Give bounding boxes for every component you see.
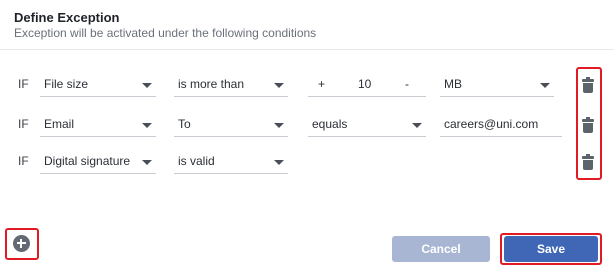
chevron-down-icon (142, 83, 152, 88)
stepper-value[interactable]: 10 (358, 77, 371, 91)
operator-select-value: To (178, 117, 191, 131)
chevron-down-icon (142, 160, 152, 165)
condition-row-2: IF Email To equals careers@uni.com (0, 113, 614, 139)
save-button[interactable]: Save (504, 236, 598, 262)
field-select-value: File size (44, 77, 89, 91)
field-select-value: Email (44, 117, 75, 131)
operator-select[interactable]: is valid (174, 150, 288, 174)
chevron-down-icon (274, 123, 284, 128)
dialog-title: Define Exception (14, 10, 120, 25)
dialog-subtitle: Exception will be activated under the fo… (14, 26, 317, 40)
unit-select[interactable]: MB (440, 73, 554, 97)
condition-row-3: IF Digital signature is valid (0, 150, 614, 176)
if-label: IF (18, 117, 29, 131)
if-label: IF (18, 77, 29, 91)
operator-select-value: is valid (178, 154, 215, 168)
chevron-down-icon (274, 83, 284, 88)
field-select[interactable]: Digital signature (40, 150, 156, 174)
operator-select-value: is more than (178, 77, 245, 91)
field-select[interactable]: File size (40, 73, 156, 97)
match-select[interactable]: equals (308, 113, 426, 137)
chevron-down-icon (540, 83, 550, 88)
chevron-down-icon (142, 123, 152, 128)
operator-select[interactable]: To (174, 113, 288, 137)
field-select-value: Digital signature (44, 154, 131, 168)
chevron-down-icon (412, 123, 422, 128)
delete-buttons-highlight (576, 67, 602, 180)
unit-select-value: MB (444, 77, 462, 91)
field-select[interactable]: Email (40, 113, 156, 137)
size-stepper[interactable]: + 10 - (308, 73, 426, 97)
dialog-header: Define Exception Exception will be activ… (0, 0, 614, 50)
increment-button[interactable]: + (318, 77, 325, 91)
condition-row-1: IF File size is more than + 10 - MB (0, 73, 614, 99)
operator-select[interactable]: is more than (174, 73, 288, 97)
cancel-button[interactable]: Cancel (392, 236, 490, 262)
plus-circle-icon[interactable] (13, 235, 30, 252)
match-select-value: equals (312, 117, 348, 131)
chevron-down-icon (274, 160, 284, 165)
decrement-button[interactable]: - (405, 77, 409, 91)
email-value-field[interactable]: careers@uni.com (440, 113, 562, 137)
email-value-text: careers@uni.com (444, 117, 539, 131)
if-label: IF (18, 154, 29, 168)
